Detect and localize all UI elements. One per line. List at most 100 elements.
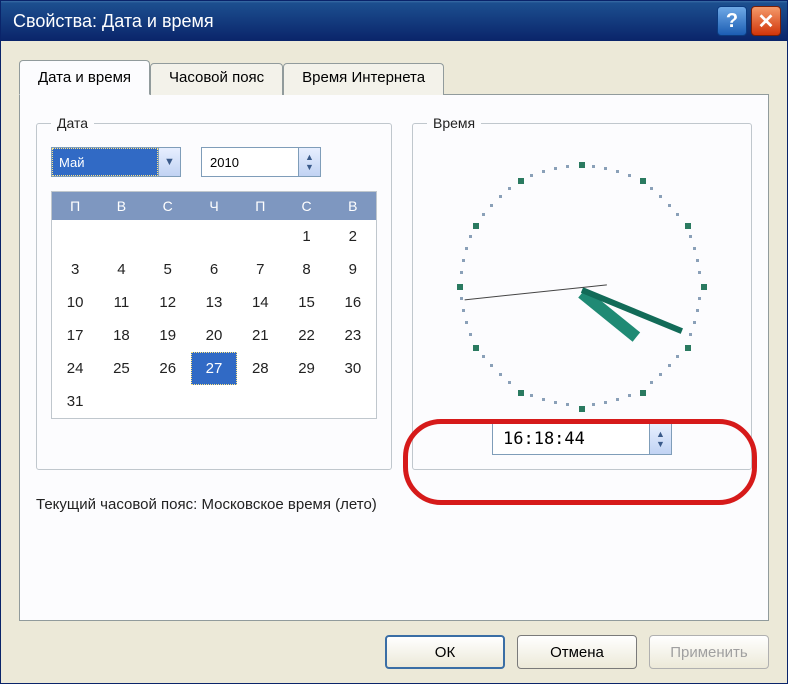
time-value: 16:18:44 [493,424,649,454]
calendar-weekday: В [98,192,144,220]
year-spin-buttons: ▲ ▼ [298,148,320,176]
calendar-day[interactable]: 5 [145,253,191,286]
clock-tick [668,364,671,367]
calendar-day[interactable]: 8 [283,253,329,286]
tab-strip: Дата и время Часовой пояс Время Интернет… [19,60,769,95]
time-row: 16:18:44 ▲ ▼ [427,423,737,455]
clock-tick [659,373,662,376]
month-value: Май [52,148,158,176]
help-button[interactable]: ? [717,6,747,36]
calendar-day[interactable]: 10 [52,286,98,319]
year-spinner[interactable]: 2010 ▲ ▼ [201,147,321,177]
calendar-day[interactable]: 7 [237,253,283,286]
calendar-day[interactable]: 13 [191,286,237,319]
clock-tick [542,170,545,173]
clock-tick [696,309,699,312]
clock-tick [499,373,502,376]
clock-tick [530,174,533,177]
calendar-day[interactable]: 22 [283,319,329,352]
clock-tick [566,403,569,406]
tab-timezone[interactable]: Часовой пояс [150,63,283,95]
clock-tick [457,284,463,290]
clock-tick [698,297,701,300]
window-title: Свойства: Дата и время [13,11,713,32]
clock-tick [473,223,479,229]
calendar-day[interactable]: 6 [191,253,237,286]
calendar-day[interactable]: 1 [283,220,329,253]
calendar-day[interactable]: 3 [52,253,98,286]
calendar-day[interactable]: 20 [191,319,237,352]
calendar-day[interactable]: 15 [283,286,329,319]
tab-datetime[interactable]: Дата и время [19,60,150,95]
clock-tick [542,398,545,401]
close-button[interactable]: ✕ [751,6,781,36]
calendar-day[interactable]: 18 [98,319,144,352]
time-group: Время 16:18:44 ▲ ▼ [412,115,752,470]
time-spinner[interactable]: 16:18:44 ▲ ▼ [492,423,672,455]
calendar-day [237,220,283,253]
date-group: Дата Май ▼ 2010 ▲ ▼ [36,115,392,470]
date-group-label: Дата [51,115,94,131]
clock-tick [650,381,653,384]
clock-hour-hand [578,288,640,341]
calendar-day[interactable]: 2 [330,220,376,253]
clock-tick [650,187,653,190]
calendar-body: 1234567891011121314151617181920212223242… [52,220,376,418]
time-down-icon[interactable]: ▼ [656,439,665,449]
calendar: ПВСЧПСВ 12345678910111213141516171819202… [51,191,377,419]
calendar-day [98,220,144,253]
clock-tick [616,170,619,173]
clock-tick [685,345,691,351]
time-up-icon[interactable]: ▲ [656,429,665,439]
clock-tick [462,309,465,312]
calendar-day[interactable]: 11 [98,286,144,319]
cancel-button[interactable]: Отмена [517,635,637,669]
ok-button[interactable]: ОК [385,635,505,669]
year-down-icon[interactable]: ▼ [305,162,314,172]
dialog-buttons: ОК Отмена Применить [19,621,769,669]
calendar-day[interactable]: 21 [237,319,283,352]
clock-tick [490,364,493,367]
calendar-day [52,220,98,253]
month-combo[interactable]: Май ▼ [51,147,181,177]
calendar-day[interactable]: 25 [98,352,144,385]
calendar-day [330,385,376,418]
timezone-status: Текущий часовой пояс: Московское время (… [36,496,752,513]
calendar-weekday: П [237,192,283,220]
chevron-down-icon: ▼ [164,156,175,168]
calendar-day[interactable]: 9 [330,253,376,286]
calendar-day[interactable]: 31 [52,385,98,418]
calendar-weekday: С [283,192,329,220]
month-dropdown-button[interactable]: ▼ [158,148,180,176]
calendar-day[interactable]: 24 [52,352,98,385]
clock-tick [465,321,468,324]
calendar-day[interactable]: 29 [283,352,329,385]
clock-tick [554,167,557,170]
close-icon: ✕ [758,9,775,34]
calendar-day[interactable]: 12 [145,286,191,319]
clock-tick [469,333,472,336]
calendar-day[interactable]: 14 [237,286,283,319]
calendar-day[interactable]: 26 [145,352,191,385]
calendar-weekday: В [330,192,376,220]
calendar-day[interactable]: 19 [145,319,191,352]
date-controls: Май ▼ 2010 ▲ ▼ [51,147,377,177]
calendar-day[interactable]: 4 [98,253,144,286]
clock-tick [640,390,646,396]
calendar-day [98,385,144,418]
clock-tick [604,401,607,404]
clock-tick [689,333,692,336]
clock-tick [499,195,502,198]
calendar-day[interactable]: 30 [330,352,376,385]
clock-tick [693,247,696,250]
year-up-icon[interactable]: ▲ [305,152,314,162]
clock-tick [696,259,699,262]
calendar-day[interactable]: 27 [191,352,237,385]
clock-tick [685,223,691,229]
calendar-day[interactable]: 16 [330,286,376,319]
clock-tick [701,284,707,290]
calendar-day[interactable]: 28 [237,352,283,385]
calendar-day[interactable]: 17 [52,319,98,352]
tab-internet-time[interactable]: Время Интернета [283,63,444,95]
calendar-day[interactable]: 23 [330,319,376,352]
